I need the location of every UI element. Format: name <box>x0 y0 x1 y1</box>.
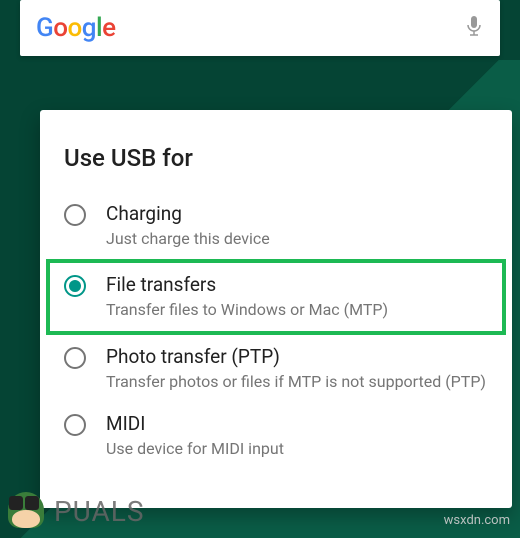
logo-letter: G <box>36 13 53 43</box>
google-logo: Google <box>36 13 116 43</box>
option-text: MIDI Use device for MIDI input <box>106 412 488 459</box>
option-title: MIDI <box>106 412 488 437</box>
google-search-bar[interactable]: Google <box>20 0 500 56</box>
option-text: Photo transfer (PTP) Transfer photos or … <box>106 345 488 392</box>
watermark-text: PUALS <box>54 495 145 528</box>
watermark-right: wsxdn.com <box>444 513 510 528</box>
option-charging[interactable]: Charging Just charge this device <box>64 192 488 259</box>
radio-icon[interactable] <box>64 414 86 436</box>
option-text: File transfers Transfer files to Windows… <box>106 273 488 320</box>
option-title: File transfers <box>106 273 488 298</box>
option-title: Charging <box>106 202 488 227</box>
option-subtitle: Just charge this device <box>106 229 488 250</box>
highlight-box: File transfers Transfer files to Windows… <box>46 259 506 334</box>
logo-letter: g <box>82 13 96 43</box>
option-subtitle: Use device for MIDI input <box>106 439 488 460</box>
usb-dialog: Use USB for Charging Just charge this de… <box>40 110 512 508</box>
option-photo-transfer[interactable]: Photo transfer (PTP) Transfer photos or … <box>64 335 488 402</box>
dialog-title: Use USB for <box>64 144 488 172</box>
logo-letter: o <box>53 13 67 43</box>
option-midi[interactable]: MIDI Use device for MIDI input <box>64 402 488 469</box>
watermark-left: PUALS <box>6 490 145 532</box>
logo-letter: e <box>102 13 115 43</box>
option-subtitle: Transfer photos or files if MTP is not s… <box>106 372 488 393</box>
radio-icon[interactable] <box>64 204 86 226</box>
logo-letter: o <box>67 13 81 43</box>
radio-icon-selected[interactable] <box>64 275 86 297</box>
mic-icon[interactable] <box>464 14 484 42</box>
radio-icon[interactable] <box>64 347 86 369</box>
option-file-transfers[interactable]: File transfers Transfer files to Windows… <box>64 269 488 324</box>
avatar-icon <box>6 490 48 532</box>
option-text: Charging Just charge this device <box>106 202 488 249</box>
option-title: Photo transfer (PTP) <box>106 345 488 370</box>
option-subtitle: Transfer files to Windows or Mac (MTP) <box>106 300 488 321</box>
